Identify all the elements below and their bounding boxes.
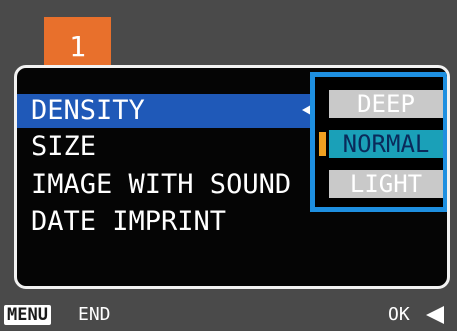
menu-item-image-with-sound[interactable]: IMAGE WITH SOUND (17, 168, 291, 202)
menu-item-date-imprint[interactable]: DATE IMPRINT (17, 205, 226, 239)
option-light[interactable]: LIGHT (329, 170, 443, 198)
menu-item-label: DATE IMPRINT (31, 206, 227, 237)
menu-item-density[interactable]: DENSITY (17, 94, 317, 128)
end-label: END (78, 304, 111, 325)
menu-item-label: IMAGE WITH SOUND (31, 169, 292, 200)
footer-bar: MENU END OK (0, 296, 457, 331)
tab-number: 1 (69, 30, 86, 63)
option-normal[interactable]: NORMAL (319, 130, 443, 158)
option-label: NORMAL (342, 130, 430, 158)
ok-label: OK (388, 304, 410, 325)
menu-button-badge[interactable]: MENU (4, 305, 51, 325)
settings-panel: DENSITY SIZE IMAGE WITH SOUND DATE IMPRI… (14, 65, 450, 289)
option-label: LIGHT (349, 170, 423, 198)
camera-menu-screen: 1 DENSITY SIZE IMAGE WITH SOUND DATE IMP… (0, 0, 457, 331)
left-arrow-icon[interactable] (426, 306, 444, 324)
menu-item-label: DENSITY (31, 95, 145, 126)
option-label: DEEP (357, 90, 415, 118)
menu-item-size[interactable]: SIZE (17, 130, 96, 164)
menu-item-label: SIZE (31, 131, 97, 162)
density-options-box: DEEP NORMAL LIGHT (310, 72, 447, 212)
option-deep[interactable]: DEEP (329, 90, 443, 118)
